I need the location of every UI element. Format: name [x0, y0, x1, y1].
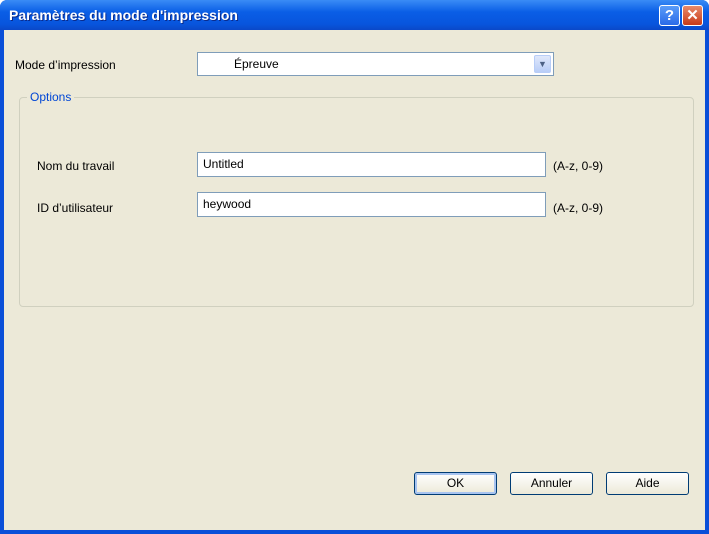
job-name-input[interactable]: Untitled	[197, 152, 546, 177]
user-id-hint: (A-z, 0-9)	[553, 201, 604, 215]
dialog-body: Mode d’impression Épreuve ▼ Options Nom …	[4, 30, 705, 530]
help-button[interactable]: Aide	[606, 472, 689, 495]
ok-button[interactable]: OK	[414, 472, 497, 495]
title-bar[interactable]: Paramètres du mode d'impression ? ✕	[0, 0, 709, 30]
options-legend: Options	[27, 90, 75, 104]
mode-value: Épreuve	[234, 57, 279, 71]
mode-label: Mode d’impression	[15, 58, 116, 72]
cancel-button[interactable]: Annuler	[510, 472, 593, 495]
window-title: Paramètres du mode d'impression	[9, 7, 238, 23]
help-icon[interactable]: ?	[659, 5, 680, 26]
job-name-hint: (A-z, 0-9)	[553, 159, 604, 173]
user-id-input[interactable]: heywood	[197, 192, 546, 217]
mode-select[interactable]: Épreuve ▼	[197, 52, 554, 76]
job-name-label: Nom du travail	[37, 159, 115, 173]
close-icon[interactable]: ✕	[682, 5, 703, 26]
dialog-window: Paramètres du mode d'impression ? ✕ Mode…	[0, 0, 709, 534]
user-id-label: ID d’utilisateur	[37, 201, 114, 215]
chevron-down-icon[interactable]: ▼	[534, 55, 551, 73]
